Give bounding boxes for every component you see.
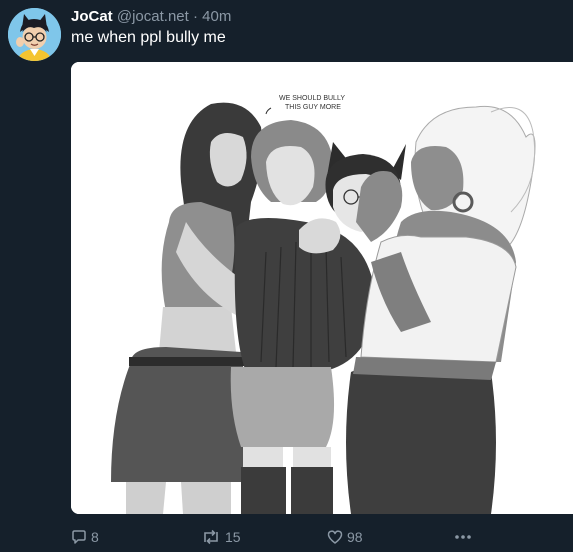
ellipsis-icon (454, 534, 472, 540)
post-header: JoCat @jocat.net · 40m (71, 7, 231, 27)
post-actions: 8 15 98 (0, 526, 573, 548)
user-handle[interactable]: @jocat.net (117, 8, 189, 25)
repost-count: 15 (225, 529, 241, 545)
post-image[interactable]: WE SHOULD BULLY THIS GUY MORE (71, 62, 573, 514)
avatar[interactable] (8, 8, 61, 61)
post-text: me when ppl bully me (71, 29, 226, 46)
like-count: 98 (347, 529, 363, 545)
speech-text-2: THIS GUY MORE (285, 104, 341, 111)
separator-dot: · (192, 8, 198, 25)
like-button[interactable]: 98 (327, 526, 363, 548)
timestamp[interactable]: 40m (202, 8, 231, 25)
repost-icon (201, 529, 221, 545)
heart-icon (327, 529, 343, 545)
reply-button[interactable]: 8 (71, 526, 99, 548)
post: JoCat @jocat.net · 40m me when ppl bully… (0, 0, 573, 552)
display-name[interactable]: JoCat (71, 8, 113, 25)
speech-text-1: WE SHOULD BULLY (279, 95, 345, 102)
repost-button[interactable]: 15 (201, 526, 241, 548)
reply-icon (71, 529, 87, 545)
more-options-button[interactable] (454, 526, 472, 548)
reply-count: 8 (91, 529, 99, 545)
